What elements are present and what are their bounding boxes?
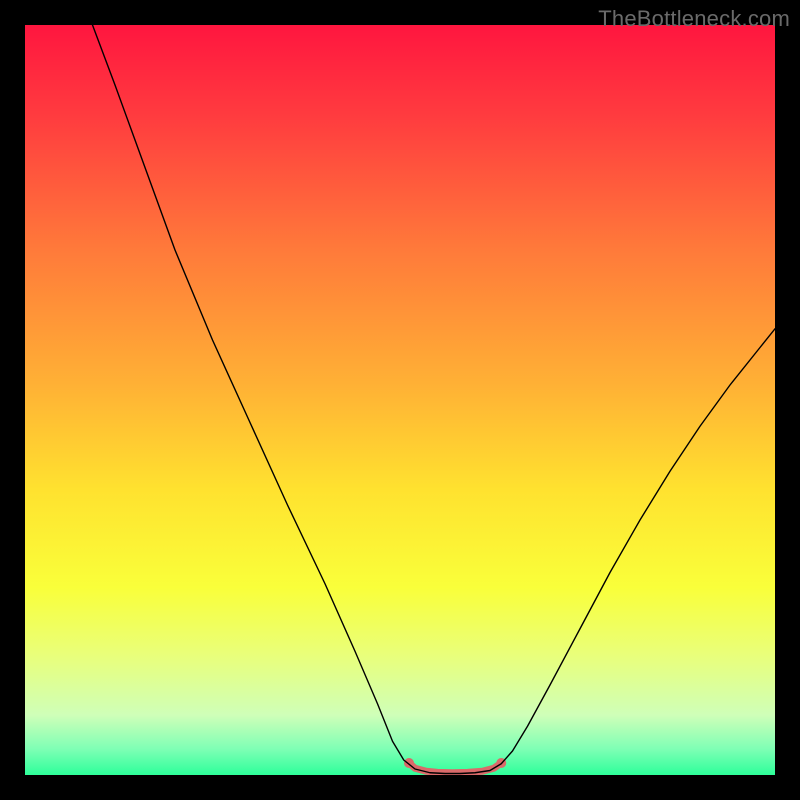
watermark-text: TheBottleneck.com <box>598 6 790 32</box>
gradient-background <box>25 25 775 775</box>
plot-area <box>25 25 775 775</box>
chart-svg <box>25 25 775 775</box>
